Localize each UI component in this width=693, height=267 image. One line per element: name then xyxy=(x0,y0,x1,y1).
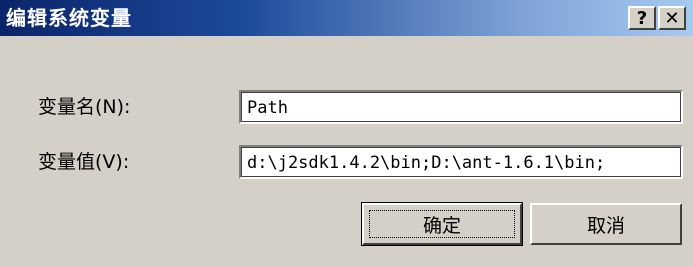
cancel-button[interactable]: 取消 xyxy=(530,203,682,245)
variable-value-input[interactable]: d:\j2sdk1.4.2\bin;D:\ant-1.6.1\bin; xyxy=(239,145,683,179)
help-button[interactable]: ? xyxy=(628,6,656,30)
ok-button-label: 确定 xyxy=(422,214,461,237)
title-bar[interactable]: 编辑系统变量 ? ✕ xyxy=(0,0,693,36)
ok-button[interactable]: 确定 xyxy=(361,202,523,246)
variable-value-label: 变量值(V): xyxy=(38,151,130,173)
close-icon: ✕ xyxy=(664,7,680,29)
help-icon: ? xyxy=(636,7,648,29)
close-button[interactable]: ✕ xyxy=(658,6,686,30)
variable-name-input[interactable]: Path xyxy=(239,90,683,124)
dialog-title: 编辑系统变量 xyxy=(6,6,132,30)
cancel-button-label: 取消 xyxy=(586,214,625,237)
variable-name-label: 变量名(N): xyxy=(38,96,131,118)
edit-system-variable-dialog: 编辑系统变量 ? ✕ 变量名(N): Path 变量值(V): d:\j2sdk… xyxy=(0,0,693,267)
